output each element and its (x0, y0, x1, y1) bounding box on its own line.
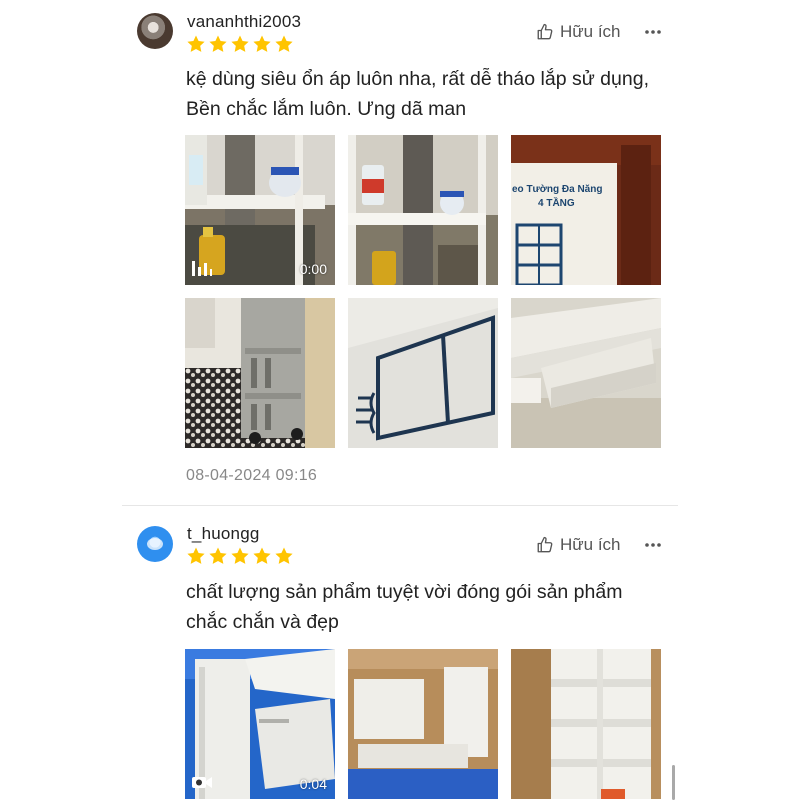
box-diagram-image (348, 298, 498, 448)
star-icon (274, 546, 294, 566)
review-photo-thumbnail[interactable] (511, 649, 661, 800)
helpful-button[interactable]: Hữu ích (536, 20, 621, 44)
star-icon (274, 34, 294, 54)
review-card: t_huongg Hữu ích chất lượng sản phẩm tuy… (0, 506, 800, 800)
star-icon (186, 34, 206, 54)
avatar[interactable] (137, 526, 173, 562)
review-photo-thumbnail[interactable] (348, 135, 498, 285)
box-caption-line: 4 TẦNG (538, 198, 575, 209)
bathroom-photo-image (185, 298, 335, 448)
star-rating (186, 34, 294, 54)
helpful-button[interactable]: Hữu ích (536, 533, 621, 557)
shelf-photo-image (348, 135, 498, 285)
star-icon (230, 546, 250, 566)
more-options-button[interactable] (642, 535, 664, 555)
review-card: vananhthi2003 Hữu ích kệ dùng siêu ổn áp… (0, 0, 800, 505)
star-icon (208, 546, 228, 566)
reviewer-username: t_huongg (187, 524, 260, 543)
helpful-label: Hữu ích (560, 22, 621, 41)
star-icon (252, 546, 272, 566)
review-timestamp: 08-04-2024 09:16 (186, 467, 318, 484)
review-photo-thumbnail[interactable] (185, 298, 335, 448)
unboxing-photo-image (348, 649, 498, 799)
video-duration: 0:00 (299, 261, 327, 277)
unboxing-photo-image (511, 649, 661, 799)
star-icon (252, 34, 272, 54)
review-photo-thumbnail[interactable] (348, 649, 498, 800)
review-video-thumbnail[interactable]: 0:00 (185, 135, 335, 285)
drawer-photo-image (511, 298, 661, 448)
star-icon (186, 546, 206, 566)
review-video-thumbnail[interactable]: 0:04 (185, 649, 335, 800)
thumbs-up-icon (536, 536, 554, 554)
reviewer-username: vananhthi2003 (187, 12, 302, 31)
star-rating (186, 546, 294, 566)
box-caption-line: eo Tường Đa Năng (512, 184, 603, 195)
more-options-button[interactable] (642, 22, 664, 42)
video-duration: 0:04 (299, 776, 327, 792)
review-photo-thumbnail[interactable]: eo Tường Đa Năng 4 TẦNG (511, 135, 661, 285)
scrollbar[interactable] (672, 765, 675, 800)
thumbs-up-icon (536, 23, 554, 41)
more-dots-icon (645, 543, 661, 547)
star-icon (208, 34, 228, 54)
helpful-label: Hữu ích (560, 535, 621, 554)
video-camera-icon (192, 777, 212, 788)
review-photo-thumbnail[interactable] (348, 298, 498, 448)
avatar[interactable] (137, 13, 173, 49)
review-text: kệ dùng siêu ổn áp luôn nha, rất dễ tháo… (186, 68, 649, 120)
review-photo-thumbnail[interactable] (511, 298, 661, 448)
video-bars-icon (192, 261, 212, 276)
review-text: chất lượng sản phẩm tuyệt vời đóng gói s… (186, 581, 623, 633)
more-dots-icon (645, 30, 661, 34)
star-icon (230, 34, 250, 54)
